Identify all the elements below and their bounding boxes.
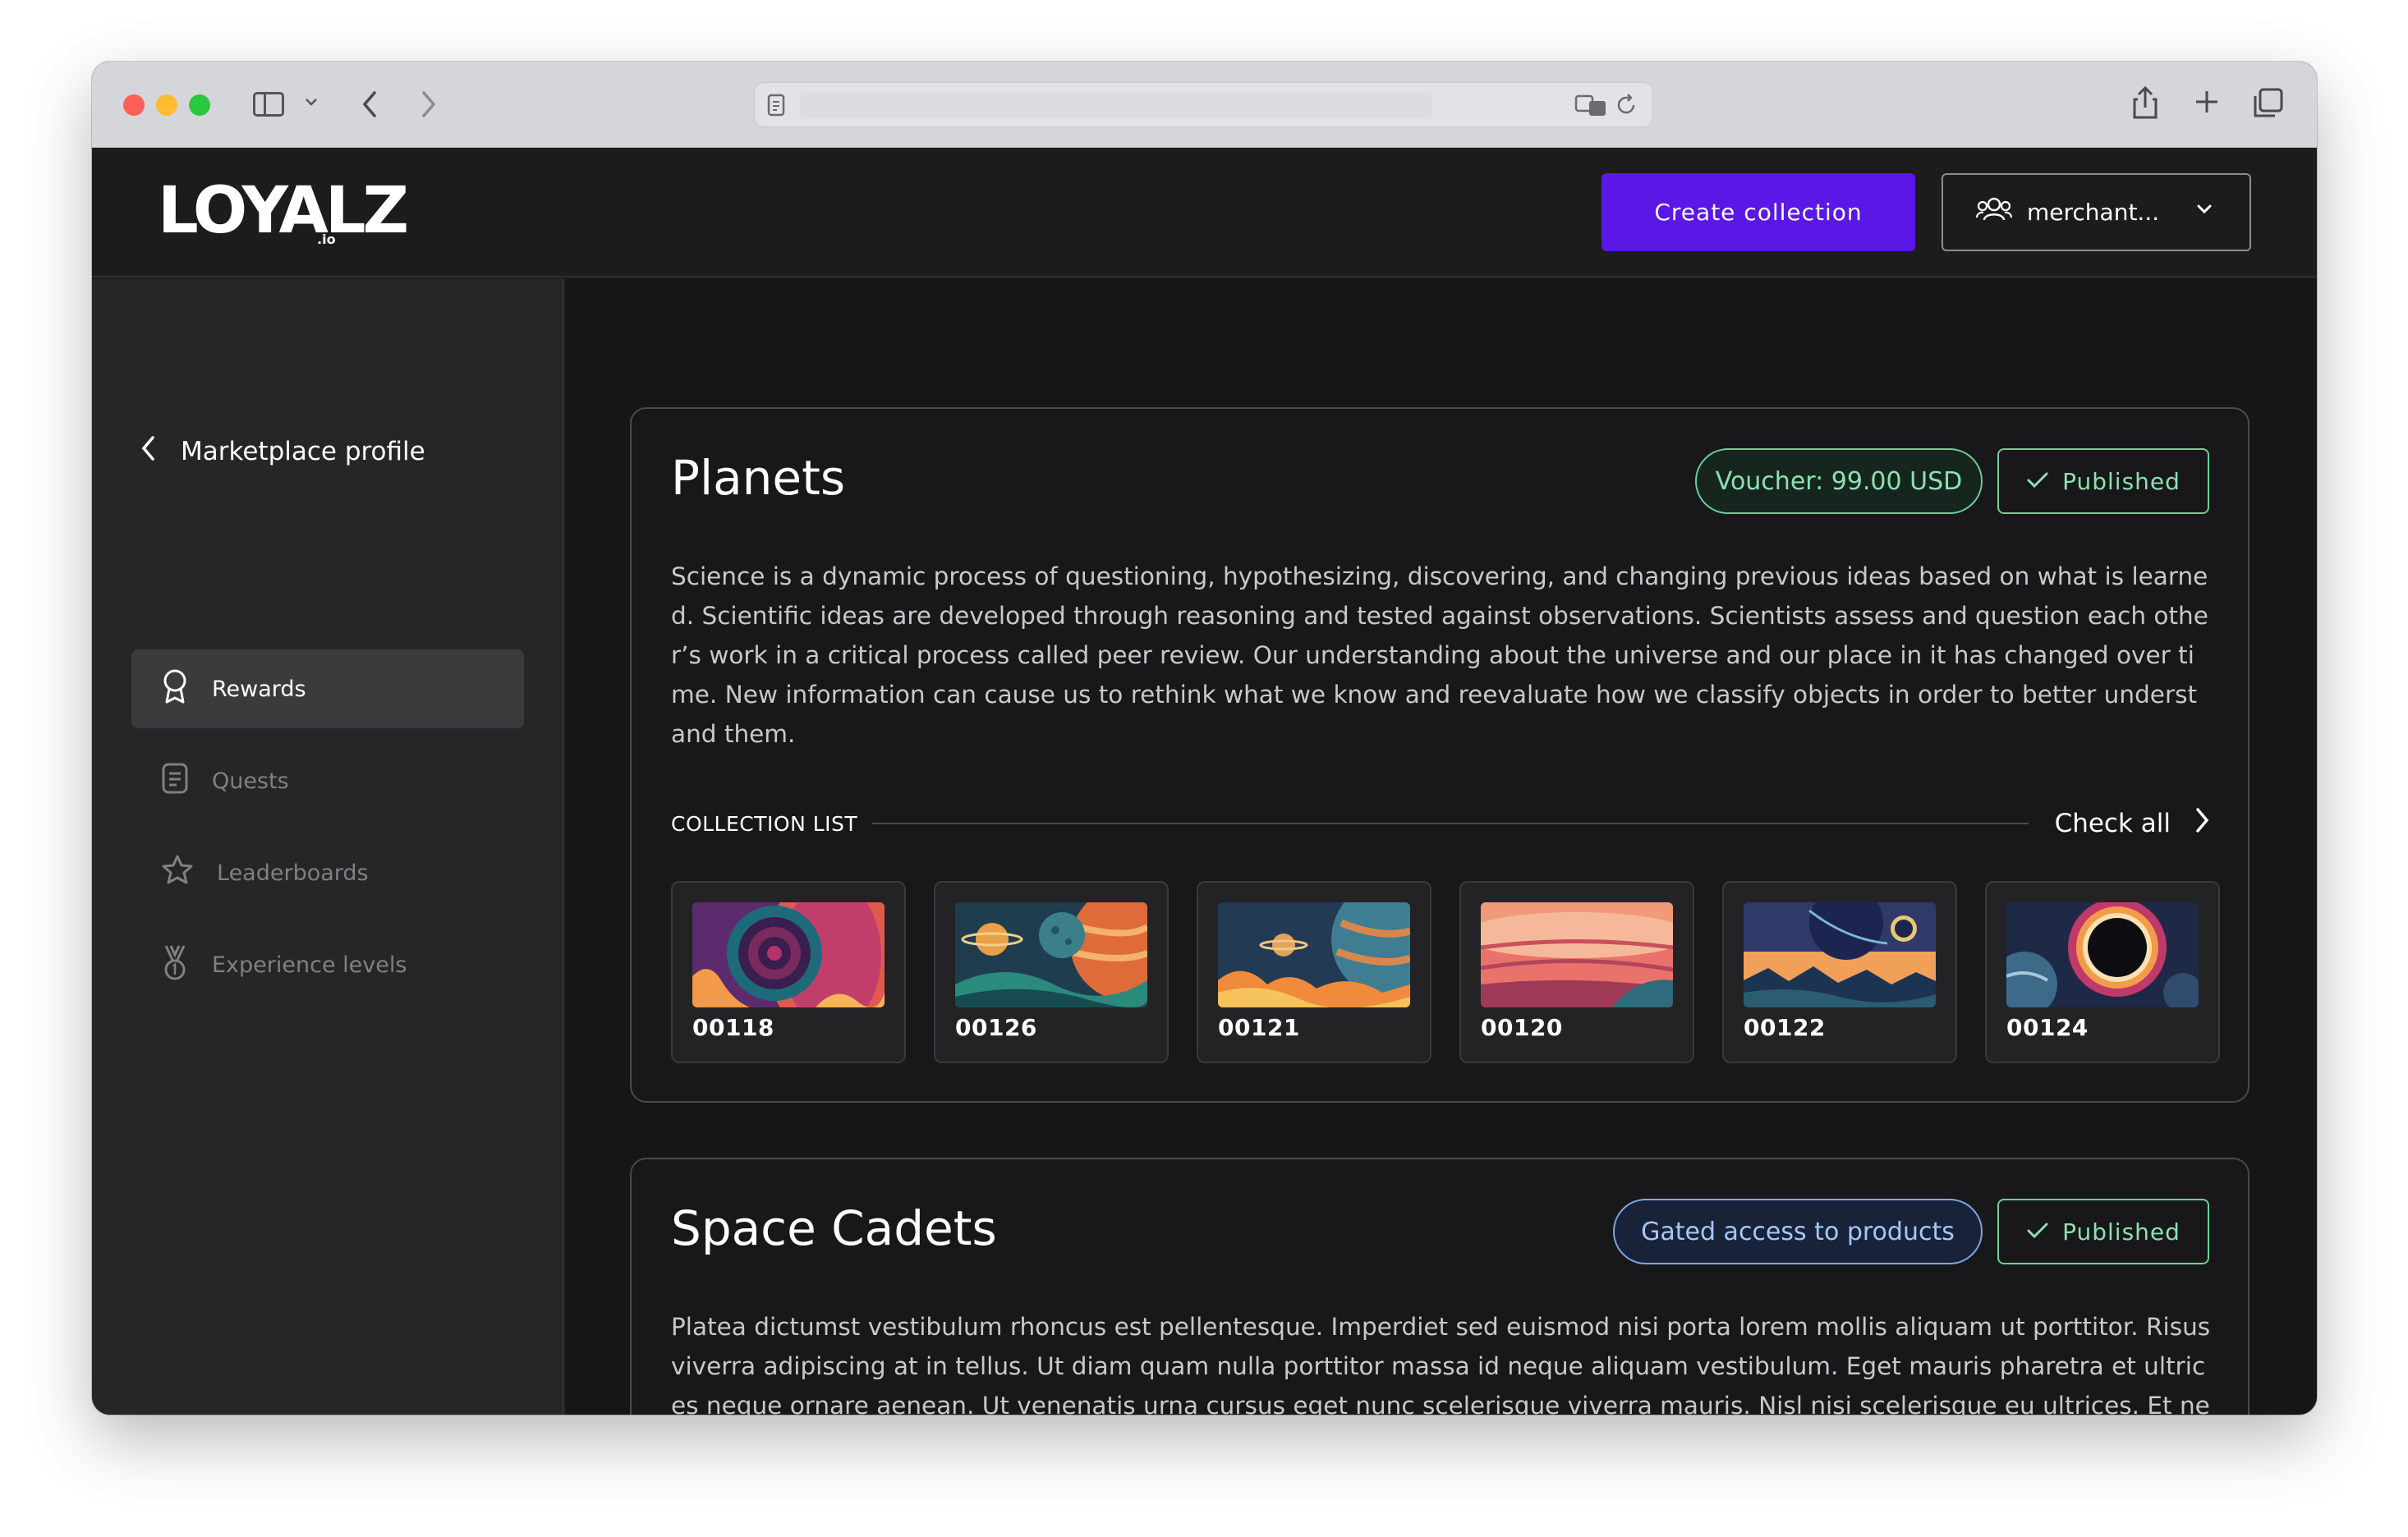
collection-item[interactable]: 00126	[934, 881, 1169, 1063]
account-label: merchant...	[2027, 199, 2160, 226]
sidebar-item-quests[interactable]: Quests	[131, 741, 524, 820]
collection-title: Planets	[671, 450, 846, 506]
collection-item[interactable]: 00120	[1459, 881, 1694, 1063]
collection-item[interactable]: 00118	[671, 881, 906, 1063]
translate-icon[interactable]	[1574, 93, 1607, 121]
logo-text: LOYALZ	[158, 174, 409, 248]
account-dropdown-button[interactable]: merchant...	[1942, 173, 2251, 251]
collection-description: Platea dictumst vestibulum rhoncus est p…	[671, 1313, 2211, 1415]
item-id-label: 00120	[1481, 1014, 1563, 1041]
collection-item[interactable]: 00124	[1985, 881, 2220, 1063]
sidebar-item-rewards[interactable]: Rewards	[131, 649, 524, 728]
check-icon	[2026, 468, 2049, 495]
minimize-window-button[interactable]	[156, 94, 177, 116]
tab-overview-icon[interactable]	[2252, 88, 2283, 122]
forward-icon[interactable]	[417, 89, 439, 122]
chevron-down-icon[interactable]	[304, 94, 319, 112]
back-icon[interactable]	[360, 89, 381, 122]
check-all-link[interactable]: Check all	[2055, 806, 2212, 841]
item-id-label: 00121	[1218, 1014, 1300, 1041]
item-id-label: 00124	[2006, 1014, 2089, 1041]
reload-icon[interactable]	[1614, 93, 1638, 121]
logo-suffix: .io	[317, 232, 336, 247]
loyalz-logo[interactable]: LOYALZ	[158, 179, 409, 243]
app-header: LOYALZ .io Create collection merchant...	[92, 148, 2317, 278]
url-text	[800, 93, 1432, 117]
item-id-label: 00118	[692, 1014, 774, 1041]
medal-icon	[161, 943, 189, 987]
sidebar-item-label: Leaderboards	[217, 860, 369, 886]
share-icon[interactable]	[2131, 85, 2159, 124]
new-tab-icon[interactable]	[2193, 88, 2221, 119]
back-to-marketplace-link[interactable]: Marketplace profile	[138, 434, 425, 470]
collection-item[interactable]: 00121	[1197, 881, 1431, 1063]
planet-artwork-image	[1481, 902, 1673, 1007]
document-icon	[161, 762, 189, 801]
published-status-button[interactable]: Published	[1997, 1199, 2209, 1264]
sidebar-toggle-icon[interactable]	[253, 92, 284, 117]
chevron-right-icon	[2194, 806, 2212, 841]
collection-card-planets: Planets Voucher: 99.00 USD Published Sci…	[630, 407, 2249, 1103]
collection-list-label: COLLECTION LIST	[671, 811, 858, 836]
sidebar: Marketplace profile Rewards Quests Leade…	[92, 279, 564, 1415]
divider	[872, 823, 2029, 824]
back-link-label: Marketplace profile	[181, 437, 425, 466]
published-status-button[interactable]: Published	[1997, 448, 2209, 514]
page-icon	[766, 93, 786, 121]
collection-list-header: COLLECTION LIST Check all	[671, 807, 2212, 840]
collection-title: Space Cadets	[671, 1200, 997, 1256]
voucher-badge: Voucher: 99.00 USD	[1695, 448, 1983, 514]
sidebar-item-leaderboards[interactable]: Leaderboards	[131, 833, 524, 912]
sidebar-item-label: Quests	[212, 768, 289, 794]
item-id-label: 00122	[1744, 1014, 1826, 1041]
status-label: Published	[2062, 1218, 2181, 1246]
gated-access-badge: Gated access to products	[1613, 1199, 1983, 1264]
browser-toolbar	[92, 62, 2317, 148]
collection-card-space-cadets: Space Cadets Gated access to products Pu…	[630, 1158, 2249, 1415]
planet-artwork-image	[2006, 902, 2199, 1007]
item-id-label: 00126	[955, 1014, 1037, 1041]
planet-artwork-image	[955, 902, 1147, 1007]
create-collection-button[interactable]: Create collection	[1602, 173, 1915, 251]
close-window-button[interactable]	[123, 94, 145, 116]
planet-artwork-image	[1744, 902, 1936, 1007]
star-icon	[161, 854, 194, 892]
check-icon	[2026, 1218, 2049, 1246]
collection-item[interactable]: 00122	[1722, 881, 1957, 1063]
chevron-down-icon	[2194, 198, 2215, 225]
zoom-window-button[interactable]	[189, 94, 210, 116]
main-content: Planets Voucher: 99.00 USD Published Sci…	[566, 279, 2317, 1415]
ribbon-icon	[161, 668, 189, 710]
check-all-label: Check all	[2054, 809, 2171, 838]
browser-window: LOYALZ .io Create collection merchant...…	[92, 62, 2317, 1415]
users-icon	[1975, 195, 2013, 229]
sidebar-item-label: Experience levels	[212, 952, 407, 978]
chevron-left-icon	[138, 434, 159, 470]
planet-artwork-image	[1218, 902, 1410, 1007]
address-bar[interactable]	[754, 82, 1653, 127]
collection-description: Science is a dynamic process of question…	[671, 562, 2208, 748]
status-label: Published	[2062, 467, 2181, 495]
sidebar-item-experience-levels[interactable]: Experience levels	[131, 925, 524, 1004]
planet-artwork-image	[692, 902, 885, 1007]
sidebar-item-label: Rewards	[212, 676, 306, 702]
